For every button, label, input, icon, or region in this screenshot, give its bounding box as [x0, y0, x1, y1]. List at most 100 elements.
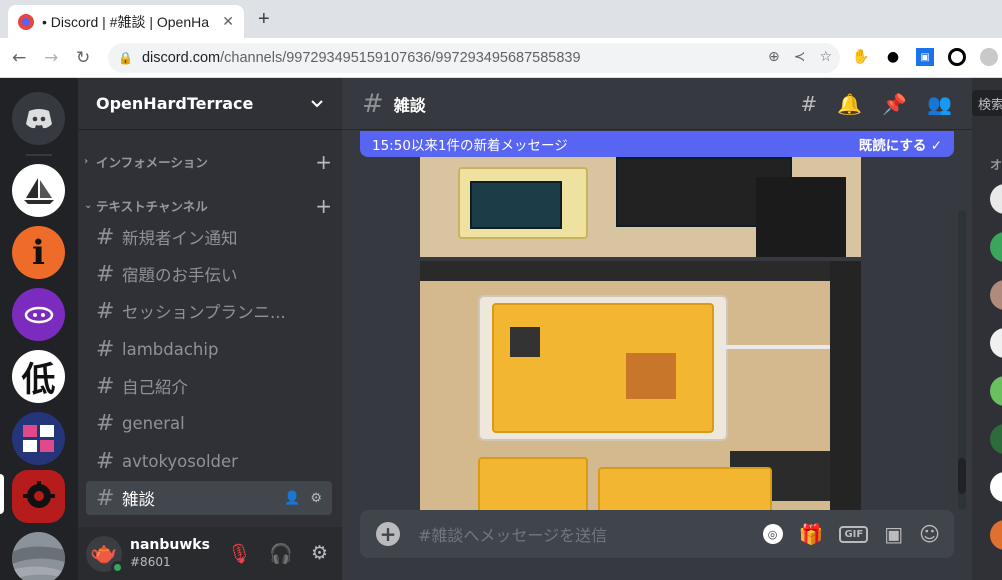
- member-avatar[interactable]: [990, 472, 1002, 502]
- i-server-icon[interactable]: i: [12, 226, 65, 279]
- category-expanded-icon: ⌄: [84, 200, 93, 211]
- chat-area: # 雑談 # 🔔 📌 👥 15:50以来1件の新着メッセージ 既読にする ✓ +: [342, 78, 972, 580]
- new-tab-button[interactable]: +: [258, 8, 270, 31]
- browser-toolbar: ← → ↻ 🔒 discord.com/channels/99729349515…: [0, 38, 1002, 78]
- online-status-icon: [111, 560, 124, 574]
- message-image-attachment[interactable]: [420, 261, 861, 511]
- hash-icon: #: [96, 336, 115, 362]
- image-chip: [510, 327, 540, 357]
- hash-icon: #: [96, 261, 115, 287]
- stone-server-icon[interactable]: [12, 532, 65, 580]
- emoji-icon[interactable]: ☺: [919, 522, 940, 546]
- new-messages-banner[interactable]: 15:50以来1件の新着メッセージ 既読にする ✓: [360, 131, 954, 157]
- member-avatar[interactable]: [990, 232, 1002, 262]
- selected-server-indicator: [0, 474, 4, 514]
- member-avatar[interactable]: [990, 424, 1002, 454]
- category-text-channels[interactable]: ⌄ テキストチャンネル +: [84, 194, 334, 218]
- channel-item-active[interactable]: # 雑談 👤 ⚙: [86, 481, 332, 515]
- hash-icon: #: [362, 88, 384, 119]
- share-icon[interactable]: ≺: [794, 49, 806, 65]
- member-avatar[interactable]: [990, 184, 1002, 214]
- user-tag: #8601: [130, 554, 171, 569]
- forward-icon[interactable]: →: [44, 48, 58, 68]
- category-information[interactable]: › インフォメーション +: [84, 150, 334, 174]
- close-tab-icon[interactable]: ✕: [222, 14, 234, 30]
- browser-tab-strip: • Discord | #雑談 | OpenHa ✕ +: [0, 0, 1002, 38]
- message-input[interactable]: #雑談へメッセージを送信: [418, 522, 607, 546]
- extension-window-icon[interactable]: ▣: [916, 48, 934, 66]
- sailboat-server-icon[interactable]: [12, 164, 65, 217]
- image-connector: [626, 353, 676, 399]
- bookmark-star-icon[interactable]: ☆: [819, 49, 832, 65]
- user-settings-icon[interactable]: ⚙: [311, 542, 328, 565]
- lock-icon: 🔒: [118, 51, 133, 65]
- threads-icon[interactable]: #: [801, 92, 818, 116]
- extension-dots-icon[interactable]: ●: [884, 48, 902, 66]
- address-bar[interactable]: 🔒 discord.com/channels/99729349515910763…: [108, 43, 840, 73]
- add-channel-icon[interactable]: +: [315, 150, 332, 174]
- discord-home-icon[interactable]: [12, 92, 65, 145]
- channel-item[interactable]: # avtokyosolder: [86, 444, 332, 478]
- avatar[interactable]: 🫖: [86, 535, 124, 574]
- reload-icon[interactable]: ↻: [76, 48, 90, 68]
- invite-member-icon[interactable]: 👤: [284, 491, 300, 506]
- message-image-attachment[interactable]: [420, 157, 861, 257]
- server-list: i 低: [0, 78, 78, 580]
- member-avatar[interactable]: [990, 280, 1002, 310]
- member-avatar[interactable]: [990, 376, 1002, 406]
- app-launcher-icon[interactable]: ◎: [762, 524, 783, 544]
- members-heading: オ: [990, 158, 1002, 172]
- sm-server-icon[interactable]: [12, 412, 65, 465]
- profile-avatar-icon[interactable]: [980, 48, 998, 66]
- member-avatar[interactable]: [990, 328, 1002, 358]
- headphones-icon[interactable]: 🎧: [269, 542, 293, 565]
- chevron-down-icon: [311, 99, 323, 107]
- channel-settings-icon[interactable]: ⚙: [310, 491, 322, 506]
- extension-circle-icon[interactable]: [948, 48, 966, 66]
- image-screen: [470, 181, 562, 229]
- member-avatar[interactable]: [990, 520, 1002, 550]
- image-frame: [420, 261, 861, 281]
- scrollbar-thumb[interactable]: [958, 458, 966, 494]
- zoom-icon[interactable]: ⊕: [768, 49, 780, 65]
- channel-item[interactable]: # 自己紹介: [86, 369, 332, 403]
- member-list-icon[interactable]: 👥: [927, 92, 952, 116]
- image-board: [478, 457, 588, 511]
- back-icon[interactable]: ←: [12, 48, 26, 68]
- user-panel: 🫖 nanbuwks #8601 🎙 🎧 ⚙: [78, 527, 342, 580]
- add-channel-icon[interactable]: +: [315, 194, 332, 218]
- server-header[interactable]: OpenHardTerrace: [78, 78, 342, 130]
- hash-icon: #: [96, 410, 115, 436]
- notification-bell-icon[interactable]: 🔔: [837, 92, 862, 116]
- channel-sidebar: OpenHardTerrace › インフォメーション + ⌄ テキストチャンネ…: [78, 78, 342, 580]
- muted-mic-icon[interactable]: 🎙: [227, 542, 251, 565]
- category-collapsed-icon: ›: [84, 156, 89, 167]
- browser-tab[interactable]: • Discord | #雑談 | OpenHa ✕: [8, 5, 244, 38]
- chat-scrollbar[interactable]: [958, 210, 966, 510]
- gif-button[interactable]: GIF: [839, 525, 869, 543]
- kanji-server-icon[interactable]: 低: [12, 350, 65, 403]
- channel-item[interactable]: # セッションプランニ...: [86, 294, 332, 328]
- search-input[interactable]: 検索: [972, 90, 1002, 116]
- tab-title: • Discord | #雑談 | OpenHa: [42, 13, 210, 30]
- pin-icon[interactable]: 📌: [882, 92, 907, 116]
- server-name: OpenHardTerrace: [96, 94, 254, 113]
- mark-as-read-button[interactable]: 既読にする: [859, 138, 927, 154]
- mark-read-icon: ✓: [930, 138, 942, 154]
- purple-server-icon[interactable]: [12, 288, 65, 341]
- hash-icon: #: [96, 224, 115, 250]
- member-list: オ: [972, 78, 1002, 580]
- image-board: [492, 303, 714, 433]
- image-cable: [720, 345, 830, 349]
- channel-item[interactable]: # 新規者イン通知: [86, 220, 332, 254]
- gift-icon[interactable]: 🎁: [799, 522, 824, 546]
- message-composer[interactable]: + #雑談へメッセージを送信 ◎ 🎁 GIF ▣ ☺: [360, 510, 954, 558]
- extension-hand-icon[interactable]: ✋: [852, 48, 870, 66]
- open-source-hardware-icon[interactable]: [12, 470, 65, 523]
- channel-item[interactable]: # lambdachip: [86, 332, 332, 366]
- channel-item[interactable]: # 宿題のお手伝い: [86, 257, 332, 291]
- new-messages-text: 15:50以来1件の新着メッセージ: [372, 138, 568, 154]
- add-attachment-icon[interactable]: +: [376, 522, 400, 546]
- channel-item[interactable]: # general: [86, 406, 332, 440]
- sticker-icon[interactable]: ▣: [884, 522, 903, 546]
